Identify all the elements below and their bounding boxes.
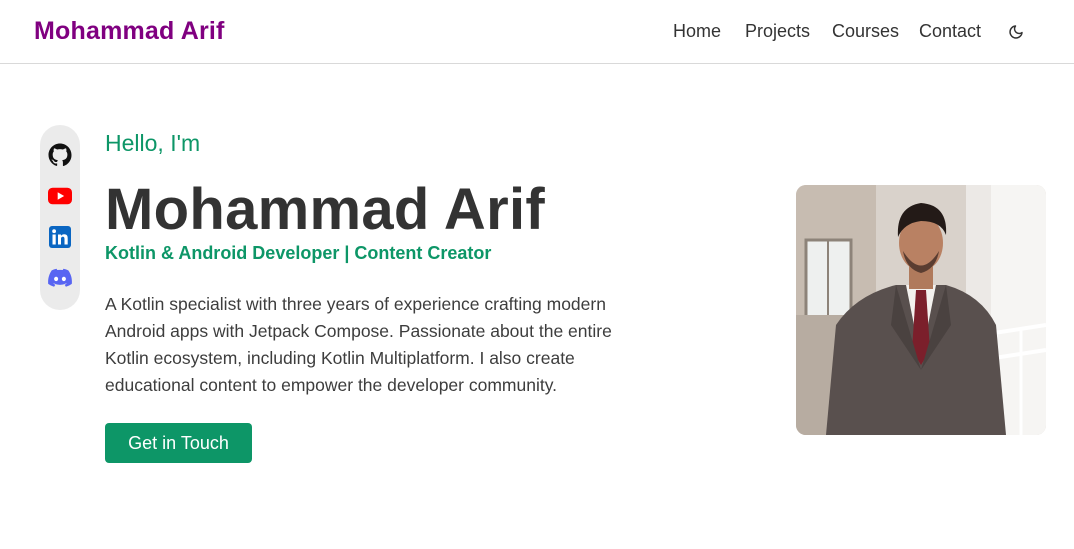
nav-link-courses[interactable]: Courses — [832, 21, 899, 42]
linkedin-link[interactable] — [48, 225, 72, 249]
profile-photo — [796, 185, 1046, 435]
theme-toggle-button[interactable] — [1005, 21, 1027, 43]
discord-link[interactable] — [48, 266, 72, 290]
navbar: Mohammad Arif Home Projects Courses Cont… — [0, 0, 1074, 64]
nav-link-projects[interactable]: Projects — [745, 21, 810, 42]
github-link[interactable] — [48, 143, 72, 167]
moon-icon — [1009, 25, 1023, 39]
hero-bio: A Kotlin specialist with three years of … — [105, 294, 612, 395]
nav-link-home[interactable]: Home — [673, 21, 721, 42]
get-in-touch-button[interactable]: Get in Touch — [105, 423, 252, 463]
hero-greeting: Hello, I'm — [105, 130, 201, 156]
hero-tagline: Kotlin & Android Developer | Content Cre… — [105, 243, 492, 263]
social-sidebar — [40, 125, 80, 310]
brand-logo[interactable]: Mohammad Arif — [34, 17, 225, 46]
youtube-icon — [48, 187, 72, 205]
hero-name: Mohammad Arif — [105, 177, 546, 242]
linkedin-icon — [49, 226, 71, 248]
github-icon — [48, 143, 72, 167]
youtube-link[interactable] — [48, 184, 72, 208]
nav-link-contact[interactable]: Contact — [919, 21, 981, 42]
discord-icon — [48, 268, 72, 287]
